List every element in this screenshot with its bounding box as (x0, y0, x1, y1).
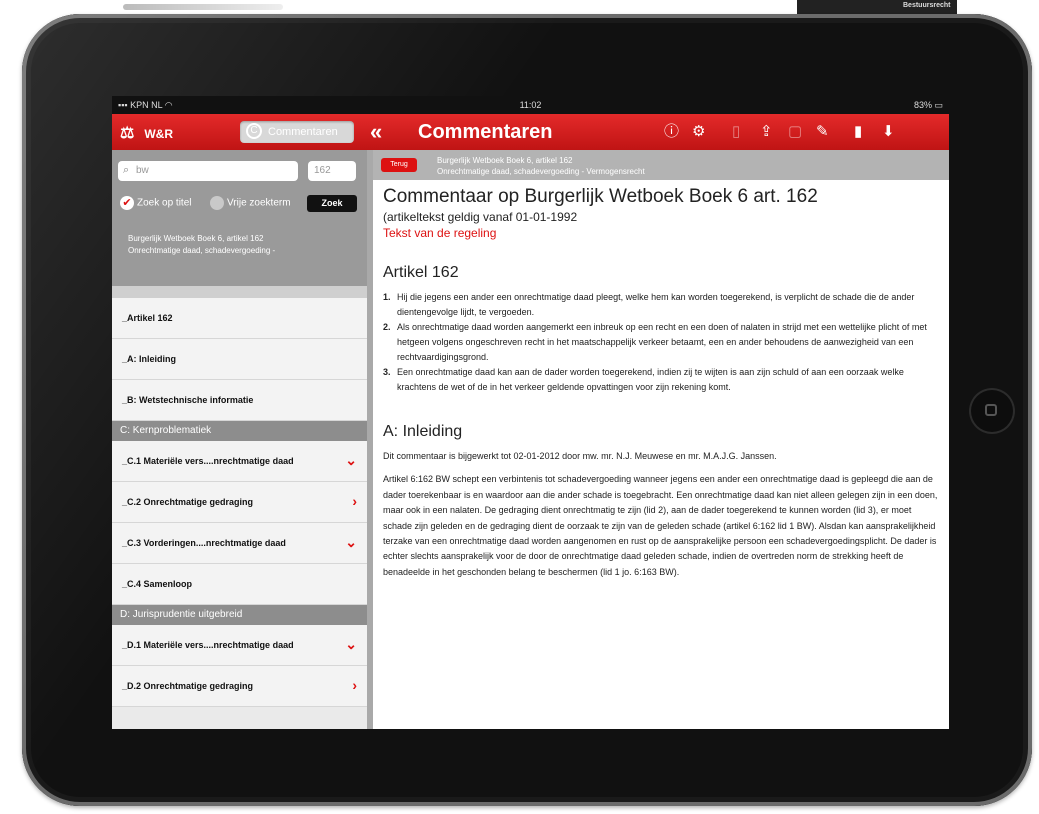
artikel-item-text: Als onrechtmatige daad worden aangemerkt… (397, 322, 927, 362)
toc-gap (112, 286, 367, 298)
list-item[interactable]: _C.1 Materiële vers....nrechtmatige daad… (112, 441, 367, 482)
list-item[interactable]: _C.2 Onrechtmatige gedraging › (112, 482, 367, 523)
document-body: Commentaar op Burgerlijk Wetboek Boek 6 … (373, 180, 949, 580)
corner-label-box: Bestuursrecht (797, 0, 957, 14)
list-item-label: _B: Wetstechnische informatie (122, 395, 254, 405)
breadcrumb: Burgerlijk Wetboek Boek 6, artikel 162 O… (437, 155, 645, 177)
list-item[interactable]: _D.1 Materiële vers....nrechtmatige daad… (112, 625, 367, 666)
list-item[interactable]: _B: Wetstechnische informatie (112, 380, 367, 421)
info-icon[interactable]: ⓘ (664, 122, 679, 142)
check-icon: ✔ (120, 196, 134, 210)
list-item-label: _C.2 Onrechtmatige gedraging (122, 497, 254, 507)
gear-icon[interactable]: ⚙ (692, 122, 705, 142)
edit-icon[interactable]: ✎ (816, 122, 829, 142)
terug-button[interactable]: Terug (381, 158, 417, 172)
chevron-right-icon: › (352, 677, 357, 693)
document-subtitle: (artikeltekst geldig vanaf 01-01-1992 (383, 210, 578, 224)
artikel-item-number: 2. (383, 322, 391, 332)
bookmark-disabled-icon: ▯ (732, 123, 741, 140)
status-bar: ▪▪▪ KPN NL ◠ 11:02 83% ▭ (112, 96, 949, 114)
content-header-bar: Terug Burgerlijk Wetboek Boek 6, artikel… (373, 150, 949, 180)
artikel-item: 1. Hij die jegens een ander een onrechtma… (383, 290, 939, 320)
corner-label: Bestuursrecht (903, 2, 951, 9)
list-item[interactable]: _C.3 Vorderingen....nrechtmatige daad ⌄ (112, 523, 367, 564)
page-title: Commentaren (418, 121, 553, 143)
list-item-label: _D.1 Materiële vers....nrechtmatige daad (122, 640, 294, 650)
selected-line2: Onrechtmatige daad, schadevergoeding - (128, 246, 276, 255)
zoek-op-titel-label: Zoek op titel (137, 197, 192, 209)
selected-line1: Burgerlijk Wetboek Boek 6, artikel 162 (128, 234, 264, 243)
radio-icon (210, 196, 224, 210)
regeling-link[interactable]: Tekst van de regeling (383, 226, 939, 240)
breadcrumb-line2: Onrechtmatige daad, schadevergoeding - V… (437, 167, 645, 176)
background-decoration (123, 4, 283, 10)
list-item[interactable]: _Artikel 162 (112, 298, 367, 339)
bookmark-icon[interactable]: ▮ (854, 122, 862, 142)
list-item[interactable]: _A: Inleiding (112, 339, 367, 380)
battery-indicator: 83% ▭ (913, 100, 943, 110)
list-item-label: _C.4 Samenloop (122, 579, 193, 589)
ww-label: W&R (144, 127, 174, 141)
list-item-label: _D.2 Onrechtmatige gedraging (122, 681, 254, 691)
search-input[interactable]: ⌕ bw (118, 161, 298, 181)
nav-bar: ⚖ W&R C Commentaren « Commentaren ⓘ ⚙ ▯ ⇪… (112, 114, 949, 150)
chevron-down-icon: ⌄ (345, 534, 357, 550)
list-item-label: _A: Inleiding (122, 354, 176, 364)
vrije-zoekterm-label: Vrije zoekterm (227, 197, 291, 209)
artikel-item: 3. Een onrechtmatige daad kan aan de dade… (383, 365, 939, 395)
copyright-c-icon: C (246, 123, 262, 139)
inleiding-paragraph-2: Artikel 6:162 BW schept een verbintenis … (383, 474, 938, 577)
chevron-right-icon: › (352, 493, 357, 509)
search-icon: ⌕ (123, 164, 130, 176)
list-item-label: _C.1 Materiële vers....nrechtmatige daad (122, 456, 294, 466)
vrije-zoekterm-radio[interactable]: Vrije zoekterm (210, 196, 291, 210)
ww-tab[interactable]: ⚖ W&R (120, 123, 173, 143)
article-number-input[interactable]: 162 (308, 161, 356, 181)
artikel-list: 1. Hij die jegens een ander een onrechtma… (383, 290, 939, 395)
clock: 11:02 (519, 100, 542, 110)
artikel-item-number: 1. (383, 292, 391, 302)
list-item-label: _C.3 Vorderingen....nrechtmatige daad (122, 538, 286, 548)
toolbar-icons: ⓘ ⚙ ▯ ⇪ ▢ ✎ ▮ ⬇ (664, 122, 944, 142)
sidebar-search-panel: ⌕ bw 162 ✔ Zoek op titel Vrije zoekterm Z… (112, 150, 367, 286)
sidebar: ⌕ bw 162 ✔ Zoek op titel Vrije zoekterm Z… (112, 150, 367, 729)
chevron-down-icon: ⌄ (345, 636, 357, 652)
toc-list: _Artikel 162 _A: Inleiding _B: Wetstechn… (112, 286, 367, 707)
section-header-label: C: Kernproblematiek (120, 425, 212, 436)
collapse-back-button[interactable]: « (370, 119, 382, 145)
chevron-down-icon: ⌄ (345, 452, 357, 468)
screen: ▪▪▪ KPN NL ◠ 11:02 83% ▭ ⚖ W&R C Commenta… (112, 96, 949, 729)
selected-regulation[interactable]: Burgerlijk Wetboek Boek 6, artikel 162 O… (128, 233, 308, 257)
list-item-label: _Artikel 162 (122, 313, 173, 323)
home-button[interactable] (969, 388, 1015, 434)
search-value: bw (136, 165, 149, 176)
share-icon[interactable]: ⇪ (760, 122, 773, 142)
artikel-item-text: Hij die jegens een ander een onrechtmati… (397, 292, 915, 317)
section-header-label: D: Jurisprudentie uitgebreid (120, 609, 243, 620)
section-header-c: C: Kernproblematiek (112, 421, 367, 441)
content-pane: Terug Burgerlijk Wetboek Boek 6, artikel… (373, 150, 949, 729)
breadcrumb-line1: Burgerlijk Wetboek Boek 6, artikel 162 (437, 156, 573, 165)
inleiding-heading: A: Inleiding (383, 423, 463, 440)
section-header-d: D: Jurisprudentie uitgebreid (112, 605, 367, 625)
home-icon (985, 404, 997, 416)
artikel-item: 2. Als onrechtmatige daad worden aangemer… (383, 320, 939, 365)
battery-text: 83% (913, 100, 932, 110)
copy-icon: ▢ (788, 123, 803, 140)
document-title: Commentaar op Burgerlijk Wetboek Boek 6 … (383, 186, 818, 207)
scale-icon: ⚖ (120, 125, 135, 142)
artikel-heading: Artikel 162 (383, 264, 459, 281)
list-item[interactable]: _D.2 Onrechtmatige gedraging › (112, 666, 367, 707)
artikel-item-number: 3. (383, 367, 391, 377)
commentaren-tab-label: Commentaren (268, 126, 338, 138)
artikel-item-text: Een onrechtmatige daad kan aan de dader … (397, 367, 904, 392)
zoek-button[interactable]: Zoek (307, 195, 357, 212)
article-number-value: 162 (314, 165, 331, 176)
list-item[interactable]: _C.4 Samenloop (112, 564, 367, 605)
zoek-op-titel-checkbox[interactable]: ✔ Zoek op titel (120, 196, 191, 210)
download-icon[interactable]: ⬇ (882, 122, 895, 142)
commentaren-tab[interactable]: C Commentaren (240, 121, 354, 143)
inleiding-paragraph-1: Dit commentaar is bijgewerkt tot 02-01-2… (383, 451, 777, 461)
